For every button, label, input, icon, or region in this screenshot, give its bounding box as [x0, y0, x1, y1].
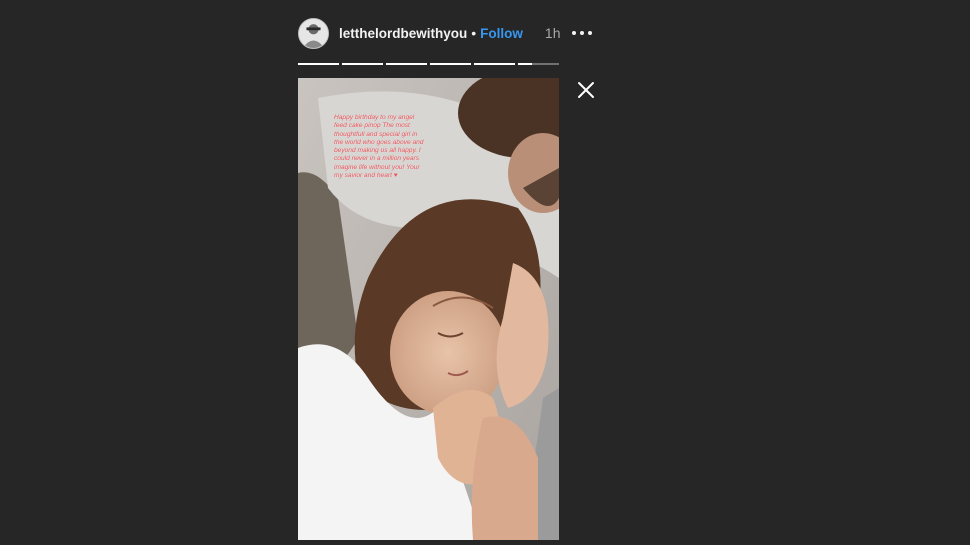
story-header: letthelordbewithyou • Follow 1h: [298, 16, 593, 50]
progress-segment-fill: [474, 63, 515, 65]
progress-segment: [430, 63, 471, 65]
progress-segment: [298, 63, 339, 65]
story-image[interactable]: Happy birthday to my angel feed cake pin…: [298, 78, 559, 540]
avatar[interactable]: [298, 17, 329, 49]
close-x-icon: [578, 82, 594, 98]
close-icon[interactable]: [576, 80, 596, 100]
more-dot: [572, 31, 577, 35]
username[interactable]: letthelordbewithyou: [339, 26, 467, 41]
profile-photo-icon: [299, 18, 328, 48]
progress-segment-fill: [298, 63, 339, 65]
more-options-icon[interactable]: [572, 27, 593, 39]
progress-segment-fill: [342, 63, 383, 65]
progress-segment-fill: [518, 63, 533, 65]
progress-segment: [474, 63, 515, 65]
progress-segment-fill: [386, 63, 427, 65]
more-dot: [580, 31, 585, 35]
separator-dot: •: [471, 25, 477, 41]
story-progress-bar: [298, 63, 559, 66]
more-dot: [588, 31, 593, 35]
progress-segment: [518, 63, 559, 65]
progress-segment-fill: [430, 63, 471, 65]
timestamp: 1h: [544, 25, 561, 41]
progress-segment: [386, 63, 427, 65]
story-caption: Happy birthday to my angel feed cake pin…: [334, 114, 424, 180]
progress-segment: [342, 63, 383, 65]
follow-button[interactable]: Follow: [480, 26, 523, 41]
